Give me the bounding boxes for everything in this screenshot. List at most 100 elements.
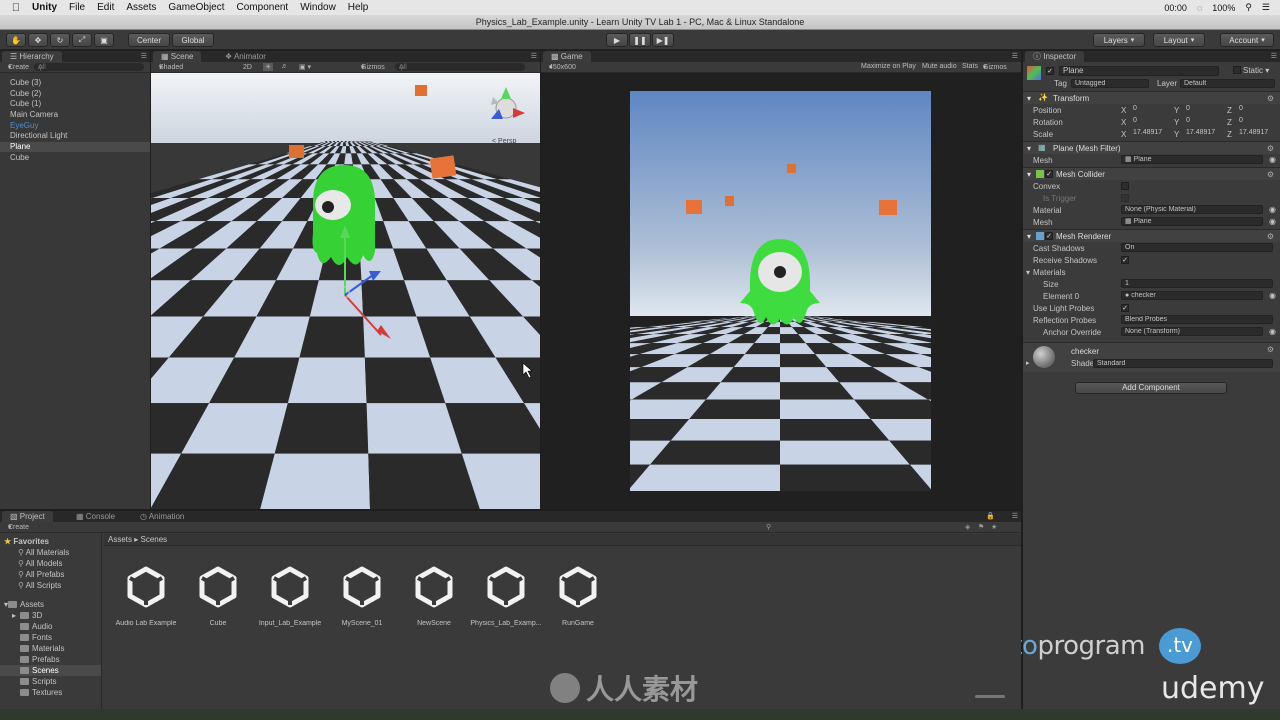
- hierarchy-item-cube-2[interactable]: Cube (2): [0, 89, 150, 99]
- scale-tool-icon[interactable]: ⤢: [72, 33, 92, 47]
- foldout-arrow-icon[interactable]: ▾: [1027, 94, 1031, 103]
- clock[interactable]: 00:00: [1164, 3, 1187, 13]
- tab-game[interactable]: ▩ Game: [543, 51, 591, 62]
- hierarchy-item-cube-1[interactable]: Cube (1): [0, 99, 150, 109]
- foldout-arrow-icon[interactable]: ▾: [1026, 268, 1030, 277]
- static-toggle[interactable]: Static ▾: [1233, 66, 1269, 75]
- transform-header[interactable]: ▾ ✨ Transform ⚙: [1023, 91, 1280, 104]
- search-icon[interactable]: ⚲: [1245, 2, 1252, 13]
- hierarchy-create-button[interactable]: Create ▾: [8, 63, 29, 71]
- resolution-dropdown[interactable]: 450x600 ▾: [549, 63, 576, 71]
- icon-size-slider[interactable]: [975, 695, 1005, 698]
- tab-inspector[interactable]: ⓘ Inspector: [1025, 51, 1085, 62]
- scene-asset[interactable]: Physics_Lab_Examp...: [470, 565, 542, 627]
- tab-console[interactable]: ▦ Console: [68, 511, 124, 522]
- lock-icon[interactable]: 🔒: [986, 512, 995, 520]
- foldout-arrow-icon[interactable]: ▸: [12, 610, 16, 621]
- mesh-renderer-header[interactable]: ▾ ✓ Mesh Renderer ⚙: [1023, 229, 1280, 242]
- foldout-arrow-icon[interactable]: ▾: [1027, 170, 1031, 179]
- materials-size-field[interactable]: 1: [1121, 279, 1273, 288]
- battery-label[interactable]: 100%: [1212, 3, 1235, 13]
- assets-root[interactable]: ▾ Assets: [0, 599, 101, 610]
- transform-z-field[interactable]: 0: [1236, 105, 1280, 114]
- hierarchy-item-eyeguy[interactable]: EyeGuy: [0, 121, 150, 131]
- mesh-filter-gear-icon[interactable]: ⚙: [1267, 144, 1274, 153]
- light-probes-checkbox[interactable]: ✓: [1121, 304, 1129, 312]
- effects-toggle-icon[interactable]: ▣ ▾: [299, 63, 311, 71]
- space-global-button[interactable]: Global: [172, 33, 214, 47]
- rect-tool-icon[interactable]: ▣: [94, 33, 114, 47]
- favorite-item[interactable]: ⚲ All Materials: [0, 547, 101, 558]
- scene-cube[interactable]: [415, 85, 427, 96]
- scene-cube[interactable]: [429, 155, 457, 179]
- breadcrumb-assets[interactable]: Assets: [108, 535, 132, 544]
- transform-y-field[interactable]: 0: [1183, 105, 1227, 114]
- menu-edit[interactable]: Edit: [91, 2, 120, 13]
- play-button[interactable]: ▶: [606, 33, 628, 47]
- menu-file[interactable]: File: [63, 2, 91, 13]
- layers-dropdown[interactable]: Layers: [1093, 33, 1145, 47]
- stats-toggle[interactable]: Stats: [962, 63, 978, 70]
- object-picker-icon[interactable]: ◉: [1269, 205, 1276, 214]
- scene-asset[interactable]: Cube: [182, 565, 254, 627]
- hierarchy-search-input[interactable]: ⚲ All: [34, 63, 144, 72]
- layout-dropdown[interactable]: Layout: [1153, 33, 1205, 47]
- folder-item[interactable]: Textures: [0, 687, 101, 698]
- pivot-center-button[interactable]: Center: [128, 33, 170, 47]
- hierarchy-item-plane[interactable]: Plane: [0, 142, 150, 152]
- folder-item[interactable]: Scenes: [0, 665, 101, 676]
- hierarchy-item-directional-light[interactable]: Directional Light: [0, 131, 150, 141]
- shading-dropdown[interactable]: Shaded ▾: [159, 63, 183, 71]
- light-toggle-icon[interactable]: ☀: [263, 63, 274, 71]
- pause-button[interactable]: ❚❚: [629, 33, 651, 47]
- favorite-item[interactable]: ⚲ All Models: [0, 558, 101, 569]
- mesh-renderer-gear-icon[interactable]: ⚙: [1267, 232, 1274, 241]
- renderer-enabled-checkbox[interactable]: ✓: [1045, 232, 1053, 240]
- layer-dropdown[interactable]: Default: [1180, 79, 1275, 88]
- tab-scene[interactable]: ▦ Scene: [153, 51, 202, 62]
- search-icon[interactable]: ⚲: [766, 523, 771, 531]
- scene-viewport[interactable]: < Persp: [151, 73, 540, 509]
- mute-audio-toggle[interactable]: Mute audio: [922, 63, 957, 70]
- scene-cube[interactable]: [289, 145, 304, 158]
- menu-window[interactable]: Window: [294, 2, 342, 13]
- object-picker-icon[interactable]: ◉: [1269, 217, 1276, 226]
- foldout-arrow-icon[interactable]: ▾: [1027, 232, 1031, 241]
- eyeguy-character[interactable]: [312, 165, 376, 265]
- apple-icon[interactable]: : [0, 2, 32, 14]
- cast-shadows-dropdown[interactable]: On: [1121, 243, 1273, 252]
- object-picker-icon[interactable]: ◉: [1269, 291, 1276, 300]
- transform-x-field[interactable]: 17.48917: [1130, 129, 1174, 138]
- scene-search-input[interactable]: ⚲ All: [395, 63, 525, 72]
- panel-menu-icon[interactable]: ☰: [1012, 52, 1018, 60]
- scene-asset[interactable]: Audio Lab Example: [110, 565, 182, 627]
- rotate-tool-icon[interactable]: ↻: [50, 33, 70, 47]
- scene-asset[interactable]: NewScene: [398, 565, 470, 627]
- tab-hierarchy[interactable]: ☰ Hierarchy: [2, 51, 62, 62]
- project-create-button[interactable]: Create ▾: [8, 523, 29, 531]
- favorite-item[interactable]: ⚲ All Scripts: [0, 580, 101, 591]
- material-gear-icon[interactable]: ⚙: [1267, 345, 1274, 354]
- panel-menu-icon[interactable]: ☰: [1271, 52, 1277, 60]
- menu-help[interactable]: Help: [342, 2, 375, 13]
- move-tool-icon[interactable]: ✥: [28, 33, 48, 47]
- mesh-field[interactable]: ▦ Plane: [1121, 155, 1263, 164]
- panel-menu-icon[interactable]: ☰: [531, 52, 537, 60]
- folder-item[interactable]: ▸ 3D: [0, 610, 101, 621]
- tab-animator[interactable]: ❖ Animator: [217, 51, 274, 62]
- folder-item[interactable]: Prefabs: [0, 654, 101, 665]
- is-trigger-checkbox[interactable]: [1121, 194, 1129, 202]
- maximize-on-play-toggle[interactable]: Maximize on Play: [861, 63, 916, 70]
- menu-assets[interactable]: Assets: [120, 2, 162, 13]
- add-component-button[interactable]: Add Component: [1075, 382, 1227, 394]
- mesh-collider-gear-icon[interactable]: ⚙: [1267, 170, 1274, 179]
- collider-enabled-checkbox[interactable]: ✓: [1045, 170, 1053, 178]
- audio-toggle-icon[interactable]: ♬: [281, 63, 288, 70]
- game-gizmos-dropdown[interactable]: Gizmos ▾: [983, 63, 1007, 71]
- element-0-field[interactable]: ● checker: [1121, 291, 1263, 300]
- panel-menu-icon[interactable]: ☰: [1012, 512, 1018, 520]
- transform-y-field[interactable]: 17.48917: [1183, 129, 1227, 138]
- game-viewport[interactable]: [630, 91, 931, 491]
- menu-gameobject[interactable]: GameObject: [162, 2, 230, 13]
- scene-asset[interactable]: MyScene_01: [326, 565, 398, 627]
